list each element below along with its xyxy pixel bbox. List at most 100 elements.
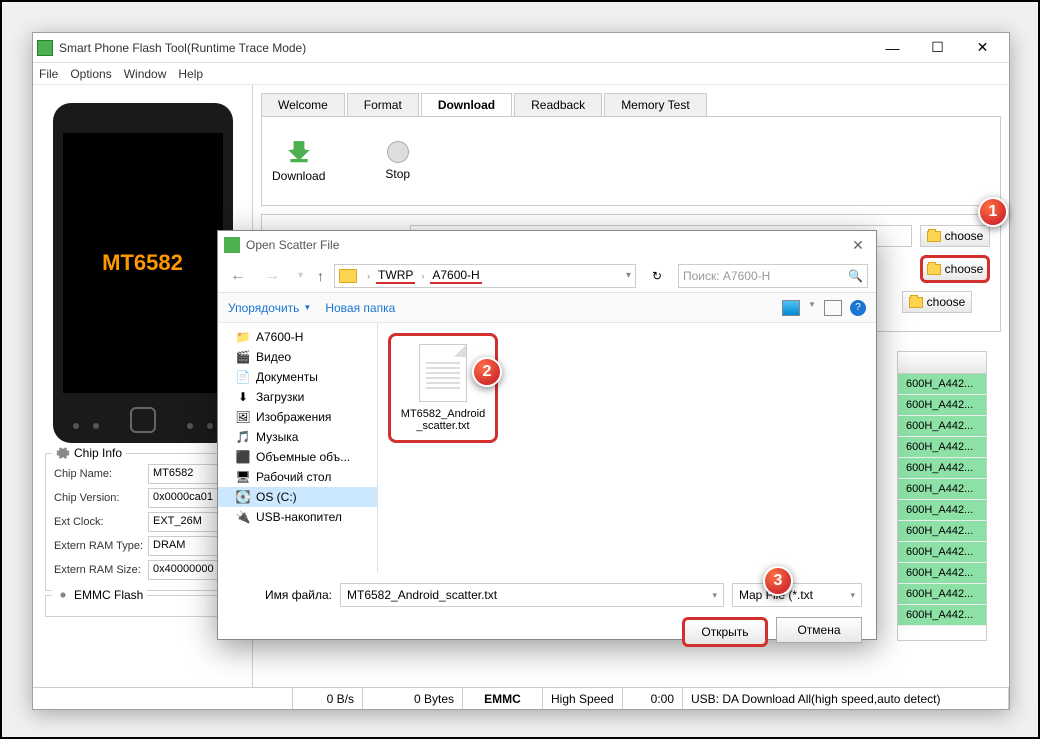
- search-input[interactable]: Поиск: A7600-H 🔍: [678, 264, 868, 288]
- open-button[interactable]: Открыть: [682, 617, 768, 647]
- maximize-button[interactable]: ☐: [915, 33, 960, 63]
- tree-item[interactable]: 🔌USB-накопител: [218, 507, 377, 527]
- tree-item[interactable]: 📁A7600-H: [218, 327, 377, 347]
- list-header: [898, 352, 986, 374]
- tree-item[interactable]: 🖼Изображения: [218, 407, 377, 427]
- folder-icon: 💽: [236, 490, 250, 504]
- stop-icon: [387, 141, 409, 163]
- menu-window[interactable]: Window: [124, 67, 167, 81]
- tree-item[interactable]: ⬛Объемные объ...: [218, 447, 377, 467]
- folder-icon: [909, 297, 923, 308]
- organize-button[interactable]: Упорядочить ▼: [228, 301, 311, 315]
- folder-tree[interactable]: 📁A7600-H🎬Видео📄Документы⬇Загрузки🖼Изобра…: [218, 323, 378, 573]
- ram-size-label: Extern RAM Size:: [54, 564, 148, 576]
- chevron-down-icon: ▾: [850, 590, 855, 601]
- folder-icon: 🎵: [236, 430, 250, 444]
- cancel-button[interactable]: Отмена: [776, 617, 862, 643]
- refresh-button[interactable]: ↻: [646, 265, 668, 287]
- tree-item[interactable]: 🎬Видео: [218, 347, 377, 367]
- dialog-close-button[interactable]: ✕: [846, 233, 870, 257]
- filename-input[interactable]: MT6582_Android_scatter.txt▾: [340, 583, 724, 607]
- list-item[interactable]: 600H_A442...: [898, 416, 986, 437]
- list-item[interactable]: 600H_A442...: [898, 437, 986, 458]
- folder-icon: ⬛: [236, 450, 250, 464]
- emmc-title: EMMC Flash: [74, 588, 143, 602]
- nav-back-icon[interactable]: ←: [226, 267, 250, 285]
- menu-file[interactable]: File: [39, 67, 58, 81]
- stop-label: Stop: [385, 167, 410, 181]
- list-item[interactable]: 600H_A442...: [898, 584, 986, 605]
- breadcrumb-twrp[interactable]: TWRP: [376, 268, 415, 284]
- tab-welcome[interactable]: Welcome: [261, 93, 345, 116]
- status-time: 0:00: [623, 688, 683, 709]
- list-item[interactable]: 600H_A442...: [898, 542, 986, 563]
- status-bar: 0 B/s 0 Bytes EMMC High Speed 0:00 USB: …: [33, 687, 1009, 709]
- download-icon: [286, 139, 312, 165]
- folder-icon: [339, 269, 357, 283]
- list-item[interactable]: 600H_A442...: [898, 521, 986, 542]
- chip-info-group: Chip Info Chip Name:MT6582 Chip Version:…: [45, 453, 240, 591]
- chevron-down-icon[interactable]: ▾: [626, 270, 631, 281]
- folder-icon: 📁: [236, 330, 250, 344]
- annotation-1: 1: [978, 197, 1008, 227]
- tab-download[interactable]: Download: [421, 93, 512, 116]
- chevron-down-icon[interactable]: ▼: [808, 300, 816, 316]
- menu-options[interactable]: Options: [70, 67, 111, 81]
- download-button[interactable]: Download: [272, 139, 325, 183]
- close-button[interactable]: ✕: [960, 33, 1005, 63]
- list-item[interactable]: 600H_A442...: [898, 479, 986, 500]
- tree-item[interactable]: 📄Документы: [218, 367, 377, 387]
- folder-icon: 🎬: [236, 350, 250, 364]
- view-list-icon[interactable]: [824, 300, 842, 316]
- menu-help[interactable]: Help: [178, 67, 203, 81]
- status-speed: 0 B/s: [293, 688, 363, 709]
- chevron-right-icon: ›: [363, 271, 374, 281]
- folder-icon: 🖥: [236, 470, 250, 484]
- tab-memory-test[interactable]: Memory Test: [604, 93, 706, 116]
- list-item[interactable]: 600H_A442...: [898, 605, 986, 626]
- choose-da-button[interactable]: choose: [920, 225, 990, 247]
- breadcrumb-a7600h[interactable]: A7600-H: [430, 268, 481, 284]
- nav-forward-icon[interactable]: →: [260, 267, 284, 285]
- dialog-titlebar: Open Scatter File ✕: [218, 231, 876, 259]
- view-tiles-icon[interactable]: [782, 300, 800, 316]
- choose-scatter-button[interactable]: choose: [920, 255, 990, 283]
- help-icon[interactable]: ?: [850, 300, 866, 316]
- tree-item[interactable]: ⬇Загрузки: [218, 387, 377, 407]
- nav-recent-icon[interactable]: ▾: [294, 270, 307, 281]
- file-name: MT6582_Android_scatter.txt: [399, 408, 487, 432]
- ram-type-label: Extern RAM Type:: [54, 540, 148, 552]
- status-chip: EMMC: [463, 688, 543, 709]
- dialog-title: Open Scatter File: [246, 238, 846, 252]
- stop-button[interactable]: Stop: [385, 141, 410, 181]
- list-item[interactable]: 600H_A442...: [898, 458, 986, 479]
- nav-up-icon[interactable]: ↑: [317, 268, 324, 284]
- annotation-3: 3: [763, 566, 793, 596]
- list-item[interactable]: 600H_A442...: [898, 500, 986, 521]
- ext-clock-label: Ext Clock:: [54, 516, 148, 528]
- new-folder-button[interactable]: Новая папка: [325, 301, 395, 315]
- minimize-button[interactable]: —: [870, 33, 915, 63]
- status-bytes: 0 Bytes: [363, 688, 463, 709]
- breadcrumb[interactable]: › TWRP › A7600-H ▾: [334, 264, 636, 288]
- list-item[interactable]: 600H_A442...: [898, 563, 986, 584]
- list-item[interactable]: 600H_A442...: [898, 374, 986, 395]
- folder-icon: [927, 231, 941, 242]
- tab-readback[interactable]: Readback: [514, 93, 602, 116]
- folder-icon: ⬇: [236, 390, 250, 404]
- file-scatter[interactable]: MT6582_Android_scatter.txt: [388, 333, 498, 443]
- choose-auth-button[interactable]: choose: [902, 291, 972, 313]
- folder-icon: 📄: [236, 370, 250, 384]
- chevron-down-icon: ▾: [712, 590, 717, 601]
- dialog-icon: [224, 237, 240, 253]
- titlebar: Smart Phone Flash Tool(Runtime Trace Mod…: [33, 33, 1009, 63]
- file-area[interactable]: MT6582_Android_scatter.txt: [378, 323, 876, 573]
- tree-item[interactable]: 🎵Музыка: [218, 427, 377, 447]
- folder-icon: 🔌: [236, 510, 250, 524]
- tree-item[interactable]: 💽OS (C:): [218, 487, 377, 507]
- tab-format[interactable]: Format: [347, 93, 419, 116]
- filename-label: Имя файла:: [232, 588, 332, 602]
- tree-item[interactable]: 🖥Рабочий стол: [218, 467, 377, 487]
- file-type-select[interactable]: Map File (*.txt▾: [732, 583, 862, 607]
- list-item[interactable]: 600H_A442...: [898, 395, 986, 416]
